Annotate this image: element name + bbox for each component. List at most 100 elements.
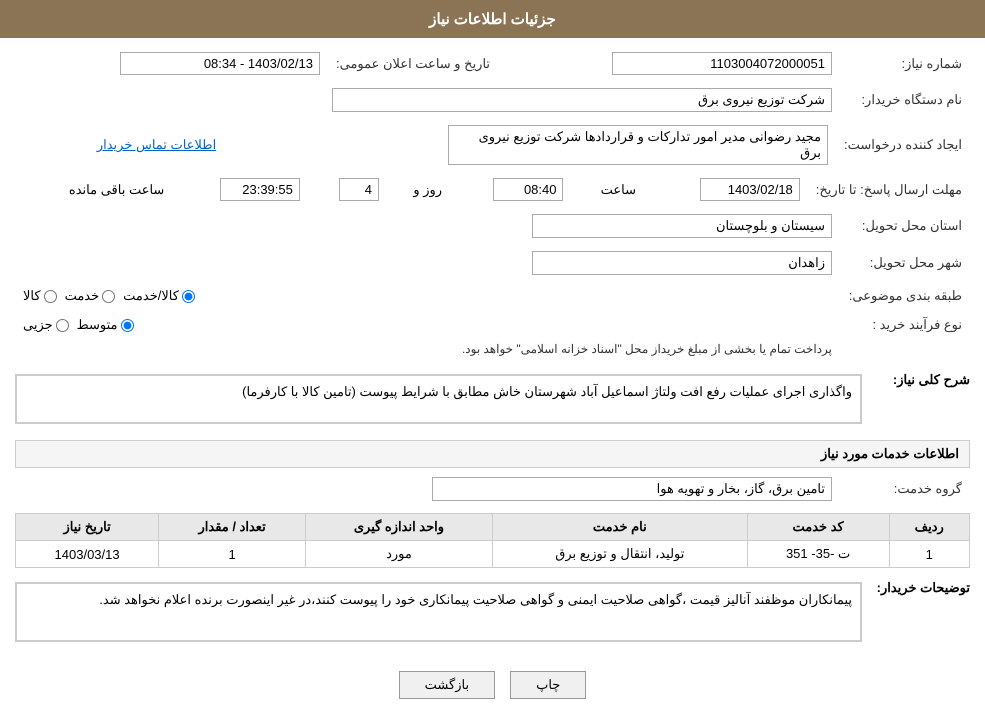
col-kodKhadamat: کد خدمت (747, 514, 889, 541)
grohKhadamat-value-cell: تامین برق، گاز، بخار و تهویه هوا (15, 473, 840, 505)
tabaqe-radio-row: کالا خدمت کالا/خدمت (23, 288, 832, 304)
tabaqe-kalaKhadamat-label: کالا/خدمت (123, 288, 179, 304)
tarikh-value-cell: 1403/02/13 - 08:34 (15, 48, 328, 79)
tabaqe-value-cell: کالا خدمت کالا/خدمت (15, 284, 840, 308)
ostan-label: استان محل تحویل: (840, 210, 970, 242)
col-namKhadamat: نام خدمت (492, 514, 747, 541)
ijadKonande-label: ایجاد کننده درخواست: (836, 121, 970, 169)
sharhKoli-box: واگذاری اجرای عملیات رفع افت ولتاژ اسماع… (15, 374, 862, 424)
shahr-value: زاهدان (532, 251, 832, 275)
ijadKonande-value-cell: مجید رضوانی مدیر امور تدارکات و قرارداده… (224, 121, 836, 169)
shahr-value-cell: زاهدان (15, 247, 840, 279)
mohlat-roz-cell: 4 (308, 174, 387, 205)
farayand-jozi-label: جزیی (23, 317, 53, 333)
page-container: جزئیات اطلاعات نیاز شماره نیاز: 11030040… (0, 0, 985, 724)
mohlat-label: مهلت ارسال پاسخ: تا تاریخ: (808, 174, 970, 205)
services-table: ردیف کد خدمت نام خدمت واحد اندازه گیری ت… (15, 513, 970, 568)
services-table-head: ردیف کد خدمت نام خدمت واحد اندازه گیری ت… (16, 514, 970, 541)
tabaqe-khadamat-radio[interactable] (102, 290, 115, 303)
shomareNiaz-label: شماره نیاز: (840, 48, 970, 79)
ijadKonande-link-cell: اطلاعات تماس خریدار (15, 121, 224, 169)
col-tedad: تعداد / مقدار (159, 514, 306, 541)
mohlat-roz: 4 (339, 178, 379, 201)
mohlat-time: 08:40 (493, 178, 563, 201)
namDasgah-value-cell: شرکت توزیع نیروی برق (15, 84, 840, 116)
farayand-table: نوع فرآیند خرید : جزیی متوسط (15, 313, 970, 360)
farayand-radio-row: جزیی متوسط (23, 317, 832, 333)
header-title: جزئیات اطلاعات نیاز (429, 11, 556, 28)
col-vahedAndaze: واحد اندازه گیری (306, 514, 493, 541)
tabaqe-khadamat-item: خدمت (65, 288, 116, 304)
grohKhadamat-value: تامین برق، گاز، بخار و تهویه هوا (432, 477, 832, 501)
tabaqe-table: طبقه بندی موضوعی: کالا خدمت کالا/خدمت (15, 284, 970, 308)
mohlat-time-cell: 08:40 (450, 174, 571, 205)
tabaqe-kala-label: کالا (23, 288, 41, 304)
tabaqe-kala-radio[interactable] (44, 290, 57, 303)
namDasgah-label: نام دستگاه خریدار: (840, 84, 970, 116)
farayand-jozi-radio[interactable] (56, 319, 69, 332)
cell-vahedAndaze: مورد (306, 541, 493, 568)
noFarayand-value-cell: جزیی متوسط (15, 313, 840, 337)
grohKhadamat-label: گروه خدمت: (840, 473, 970, 505)
noFarayand-label: نوع فرآیند خرید : (840, 313, 970, 337)
mohlat-table: مهلت ارسال پاسخ: تا تاریخ: 1403/02/18 سا… (15, 174, 970, 205)
mohlat-countdown: 23:39:55 (220, 178, 300, 201)
sharhKoli-label: شرح کلی نیاز: (870, 368, 970, 388)
farayand-motavaset-item: متوسط (77, 317, 134, 333)
button-row: چاپ بازگشت (15, 656, 970, 714)
shomareNiaz-value-cell: 1103004072000051 (498, 48, 840, 79)
groh-table: گروه خدمت: تامین برق، گاز، بخار و تهویه … (15, 473, 970, 505)
mohlat-countdown-cell: 23:39:55 (172, 174, 308, 205)
tozihat-section: توضیحات خریدار: پیمانکاران موظفند آنالیز… (15, 576, 970, 648)
cell-namKhadamat: تولید، انتقال و توزیع برق (492, 541, 747, 568)
dasgah-table: نام دستگاه خریدار: شرکت توزیع نیروی برق (15, 84, 970, 116)
tarikh-value: 1403/02/13 - 08:34 (120, 52, 320, 75)
ostan-value: سیستان و بلوچستان (532, 214, 832, 238)
khadamat-section-title: اطلاعات خدمات مورد نیاز (15, 440, 970, 468)
page-header: جزئیات اطلاعات نیاز (0, 0, 985, 38)
tabaqe-kalaKhadamat-item: کالا/خدمت (123, 288, 195, 304)
noFarayand-text-cell: پرداخت تمام یا بخشی از مبلغ خریداز محل "… (15, 337, 840, 360)
services-table-body: 1ت -35- 351تولید، انتقال و توزیع برقمورد… (16, 541, 970, 568)
farayand-motavaset-label: متوسط (77, 317, 118, 333)
print-button[interactable]: چاپ (510, 671, 586, 699)
shahr-label: شهر محل تحویل: (840, 247, 970, 279)
tabaqe-khadamat-label: خدمت (65, 288, 100, 304)
cell-radif: 1 (889, 541, 969, 568)
cell-kodKhadamat: ت -35- 351 (747, 541, 889, 568)
tozihat-box: پیمانکاران موظفند آنالیز قیمت ،گواهی صلا… (15, 582, 862, 642)
main-content: شماره نیاز: 1103004072000051 تاریخ و ساع… (0, 38, 985, 724)
col-tarikh: تاریخ نیاز (16, 514, 159, 541)
ijadKonande-link[interactable]: اطلاعات تماس خریدار (97, 137, 216, 152)
cell-tarikh: 1403/03/13 (16, 541, 159, 568)
mohlat-saatBaghi-label: ساعت باقی مانده (69, 182, 164, 197)
sharhKoli-value: واگذاری اجرای عملیات رفع افت ولتاژ اسماع… (242, 384, 852, 399)
tabaqe-label: طبقه بندی موضوعی: (840, 284, 970, 308)
mohlat-roz-label: روز و (413, 182, 442, 197)
back-button[interactable]: بازگشت (399, 671, 495, 699)
noFarayand-text: پرداخت تمام یا بخشی از مبلغ خریداز محل "… (462, 342, 832, 356)
shomareNiaz-value: 1103004072000051 (612, 52, 832, 75)
ijadKonande-value: مجید رضوانی مدیر امور تدارکات و قرارداده… (448, 125, 828, 165)
mohlat-time-label: ساعت (601, 182, 636, 197)
namDasgah-value: شرکت توزیع نیروی برق (332, 88, 832, 112)
farayand-jozi-item: جزیی (23, 317, 69, 333)
sharhKoli-section: شرح کلی نیاز: واگذاری اجرای عملیات رفع ا… (15, 368, 970, 430)
cell-tedad: 1 (159, 541, 306, 568)
tozihat-value: پیمانکاران موظفند آنالیز قیمت ،گواهی صلا… (99, 592, 852, 607)
mohlat-roz-label-cell: روز و (387, 174, 450, 205)
farayand-motavaset-radio[interactable] (121, 319, 134, 332)
col-radif: ردیف (889, 514, 969, 541)
top-info-table: شماره نیاز: 1103004072000051 تاریخ و ساع… (15, 48, 970, 79)
noFarayand-empty-label (840, 337, 970, 360)
mohlat-saatBaghi-label-cell: ساعت باقی مانده (15, 174, 172, 205)
tarikh-label: تاریخ و ساعت اعلان عمومی: (328, 48, 498, 79)
tabaqe-kala-item: کالا (23, 288, 57, 304)
mohlat-time-label-cell: ساعت (571, 174, 644, 205)
ostan-table: استان محل تحویل: سیستان و بلوچستان (15, 210, 970, 242)
mohlat-date-cell: 1403/02/18 (644, 174, 808, 205)
tozihat-label: توضیحات خریدار: (870, 576, 970, 596)
ijaad-table: ایجاد کننده درخواست: مجید رضوانی مدیر ام… (15, 121, 970, 169)
shahr-table: شهر محل تحویل: زاهدان (15, 247, 970, 279)
tabaqe-kalaKhadamat-radio[interactable] (182, 290, 195, 303)
